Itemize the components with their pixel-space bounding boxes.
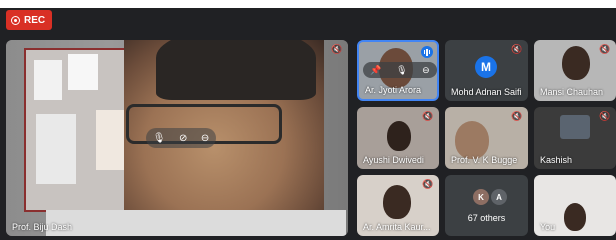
participant-shirt (46, 210, 346, 236)
recording-badge: REC (6, 10, 53, 30)
participant-tile[interactable]: 🔇 Ayushi Dwivedi (357, 107, 439, 169)
mic-off-icon[interactable]: 🎙 (153, 133, 166, 144)
participant-video (560, 115, 590, 139)
pinned-paper (36, 114, 76, 184)
participant-name: Ar. Jyoti Arora (365, 85, 422, 95)
mic-off-icon: 🔇 (599, 111, 611, 121)
mic-off-icon: 🔇 (511, 111, 523, 121)
mic-off-icon: 🔇 (331, 44, 343, 54)
participant-name: Kashish (540, 155, 573, 165)
participant-name: You (540, 222, 556, 232)
pin-icon[interactable]: 📌 (370, 65, 381, 76)
participant-video (562, 46, 590, 80)
tile-hover-controls: 📌 🎙 ⊖ (363, 62, 437, 78)
participant-name: Prof. Biju Dash (12, 222, 73, 232)
participant-video (383, 185, 411, 219)
participant-name: Ar. Amrita Kaur... (363, 222, 431, 232)
mic-off-icon: 🔇 (511, 44, 523, 54)
participant-tile[interactable]: 📌 🎙 ⊖ Ar. Jyoti Arora (357, 40, 439, 101)
self-tile[interactable]: You (534, 175, 616, 236)
participant-tile[interactable]: 🔇 Mansi Chauhan (534, 40, 616, 101)
mic-off-icon: 🔇 (422, 111, 434, 121)
participant-tile[interactable]: M 🔇 Mohd Adnan Saifi (445, 40, 528, 101)
pinned-paper (68, 54, 98, 90)
mic-off-icon: 🔇 (422, 179, 434, 189)
remove-icon[interactable]: ⊖ (422, 65, 430, 76)
meeting-screen: REC 🎙 ⊘ ⊖ 🔇 Prof. Biju Dash 📌 🎙 ⊖ Ar. Jy… (0, 0, 616, 240)
participant-name: Mohd Adnan Saifi (451, 87, 522, 97)
participant-video (455, 121, 489, 159)
participant-name: Mansi Chauhan (540, 87, 604, 97)
participant-tile[interactable]: 🔇 Prof. V. K Bugge (445, 107, 528, 169)
others-avatars: K A (473, 189, 507, 205)
recording-label: REC (24, 14, 46, 26)
avatar: M (475, 56, 497, 78)
participant-video (564, 203, 586, 231)
mic-icon[interactable]: ⊘ (179, 133, 187, 144)
main-participant-tile[interactable]: 🎙 ⊘ ⊖ 🔇 Prof. Biju Dash (6, 40, 348, 236)
remove-icon[interactable]: ⊖ (201, 133, 209, 144)
avatar: A (491, 189, 507, 205)
participant-tile[interactable]: 🔇 Kashish (534, 107, 616, 169)
avatar: K (473, 189, 489, 205)
record-icon (11, 15, 20, 25)
tile-hover-controls: 🎙 ⊘ ⊖ (146, 128, 216, 148)
participant-video (387, 121, 411, 151)
mic-icon[interactable]: 🎙 (396, 65, 407, 76)
speaking-indicator-icon (421, 46, 433, 58)
pinned-paper (34, 60, 62, 100)
participant-name: Prof. V. K Bugge (451, 155, 518, 165)
others-count: 67 others (467, 213, 506, 223)
participant-tile[interactable]: 🔇 Ar. Amrita Kaur... (357, 175, 439, 236)
mic-off-icon: 🔇 (599, 44, 611, 54)
participant-name: Ayushi Dwivedi (363, 155, 424, 165)
pinned-paper (96, 110, 126, 170)
others-tile[interactable]: K A 67 others (445, 175, 528, 236)
participant-hair (156, 40, 316, 100)
